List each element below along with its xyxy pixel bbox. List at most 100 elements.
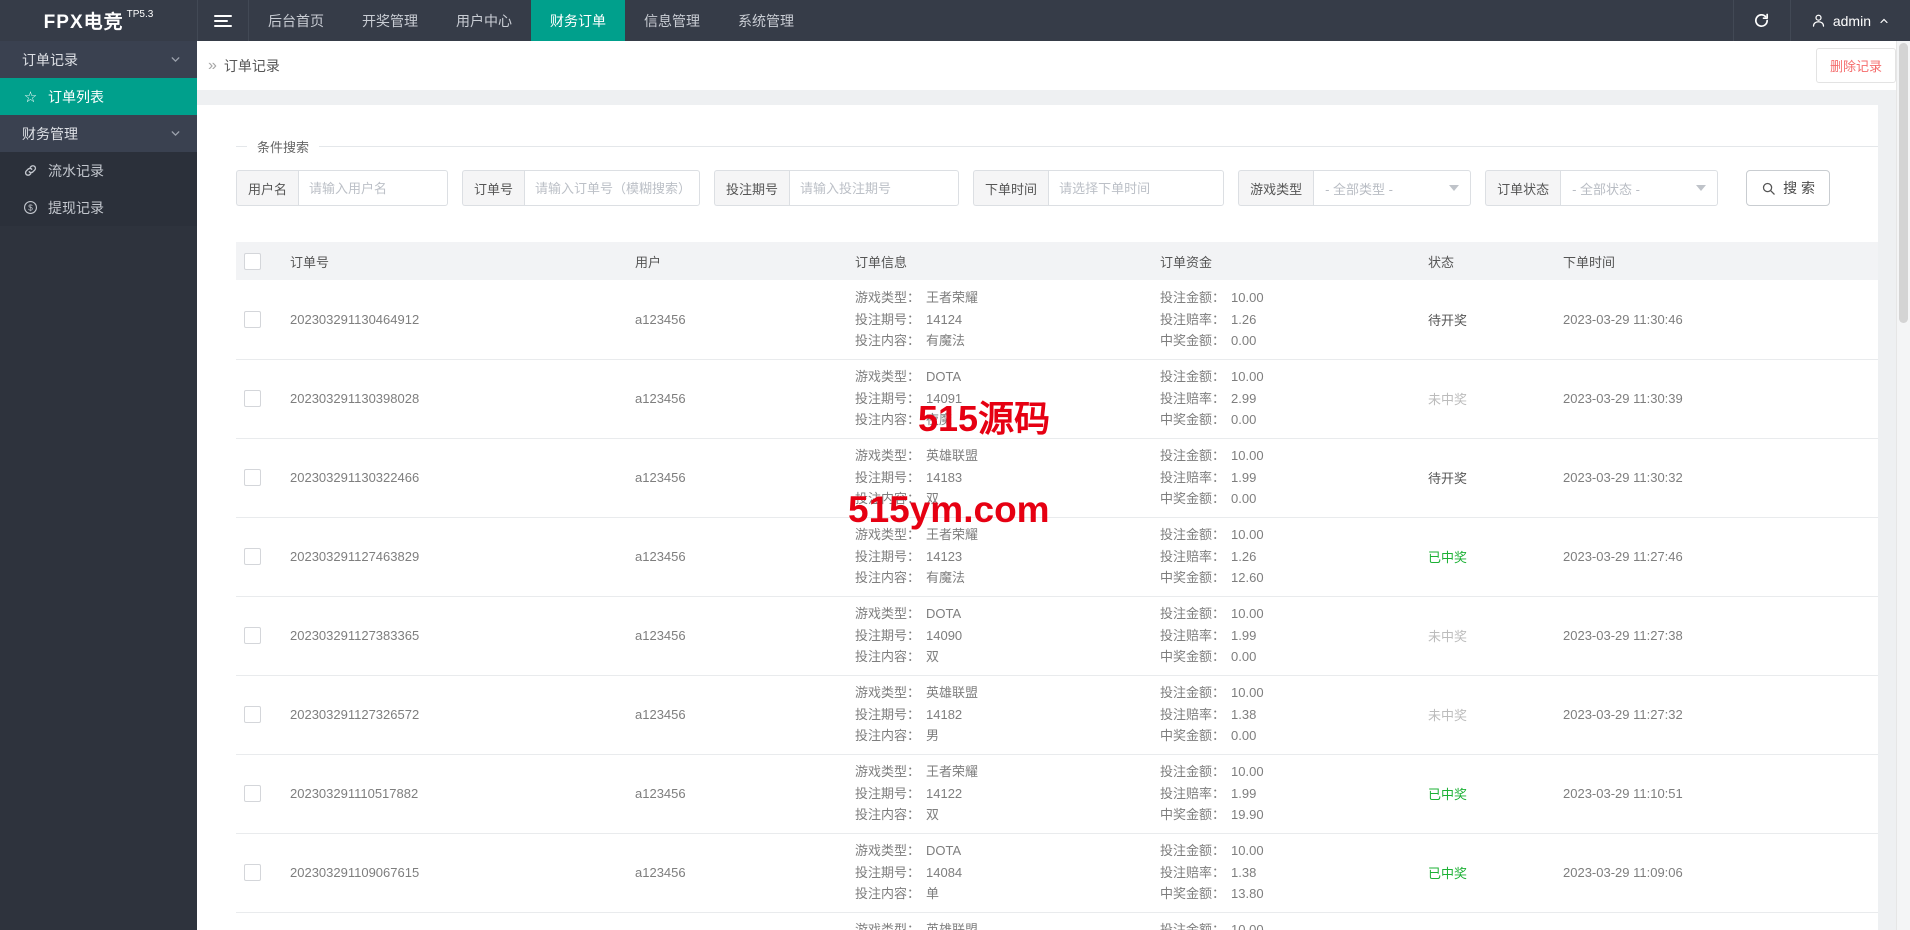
order-no: 202303291127326572: [286, 675, 631, 754]
search-button[interactable]: 搜 索: [1746, 170, 1830, 206]
nav-item-info[interactable]: 信息管理: [625, 0, 719, 41]
order-info-cell: 游戏类型：英雄联盟 投注期号：14183 投注内容：双: [851, 438, 1156, 517]
username-input[interactable]: [298, 170, 448, 206]
order-status-select[interactable]: - 全部状态 -: [1560, 170, 1718, 206]
sidebar-item-order-list[interactable]: ☆ 订单列表: [0, 78, 197, 115]
order-no-input[interactable]: [524, 170, 700, 206]
search-legend: 条件搜索: [247, 137, 319, 156]
game-type-select[interactable]: - 全部类型 -: [1313, 170, 1471, 206]
select-all-checkbox[interactable]: [244, 253, 261, 270]
row-checkbox[interactable]: [244, 469, 261, 486]
row-checkbox[interactable]: [244, 390, 261, 407]
nav-item-system[interactable]: 系统管理: [719, 0, 813, 41]
order-no: 202303291130322466: [286, 438, 631, 517]
order-no: 202303291109067615: [286, 833, 631, 912]
user: a123456: [631, 833, 851, 912]
order-time: 2023-03-29 11:09:06: [1559, 833, 1878, 912]
search-field-ordertime: 下单时间: [973, 170, 1224, 206]
user-menu[interactable]: admin: [1791, 0, 1910, 41]
dollar-icon: $: [22, 200, 39, 215]
search-field-username: 用户名: [236, 170, 448, 206]
main-nav: 后台首页 开奖管理 用户中心 财务订单 信息管理 系统管理: [249, 0, 813, 41]
order-time: 2023-03-29 11:30:46: [1559, 280, 1878, 359]
order-fund-cell: 投注金额：10.00 投注赔率：1.26 中奖金额：12.60: [1156, 517, 1424, 596]
chevron-down-icon: [1696, 185, 1706, 191]
sidebar-group-finance[interactable]: 财务管理: [0, 115, 197, 152]
svg-text:$: $: [28, 203, 33, 212]
menu-toggle-button[interactable]: [198, 0, 248, 41]
status-badge: 已中奖: [1428, 866, 1467, 881]
nav-item-finance-orders[interactable]: 财务订单: [531, 0, 625, 41]
row-checkbox[interactable]: [244, 706, 261, 723]
breadcrumb-arrow-icon: »: [208, 57, 217, 75]
nav-item-dashboard[interactable]: 后台首页: [249, 0, 343, 41]
order-no: 202303291110517882: [286, 754, 631, 833]
refresh-button[interactable]: [1734, 0, 1790, 41]
table-row: 202303291130322466 a123456 游戏类型：英雄联盟 投注期…: [236, 438, 1878, 517]
user-icon: [1811, 13, 1826, 28]
field-label: 订单号: [462, 170, 524, 206]
sidebar-group-label: 订单记录: [22, 50, 169, 70]
select-value: - 全部类型 -: [1325, 179, 1393, 198]
sidebar-item-flow-records[interactable]: 流水记录: [0, 152, 197, 189]
order-no: [286, 912, 631, 930]
order-time-input[interactable]: [1048, 170, 1224, 206]
search-button-label: 搜 索: [1783, 178, 1815, 198]
order-info-cell: 游戏类型：王者荣耀 投注期号：14122 投注内容：双: [851, 754, 1156, 833]
search-row: 用户名 订单号 投注期号 下单时间 游戏类型: [236, 170, 1878, 206]
hamburger-icon: [214, 14, 232, 28]
order-fund-cell: 投注金额：10.00 投注赔率：1.99 中奖金额：0.00: [1156, 438, 1424, 517]
sidebar-item-withdraw-records[interactable]: $ 提现记录: [0, 189, 197, 226]
nav-item-users[interactable]: 用户中心: [437, 0, 531, 41]
row-checkbox[interactable]: [244, 548, 261, 565]
table-row: 202303291127326572 a123456 游戏类型：英雄联盟 投注期…: [236, 675, 1878, 754]
order-info-cell: 游戏类型：英雄联盟 投注期号： 投注内容：: [851, 912, 1156, 930]
sidebar-item-label: 提现记录: [48, 198, 104, 218]
scrollbar-thumb[interactable]: [1899, 43, 1908, 323]
col-header-time: 下单时间: [1559, 242, 1878, 280]
field-label: 投注期号: [714, 170, 789, 206]
order-time: 2023-03-29 11:27:32: [1559, 675, 1878, 754]
table-row: 202303291130398028 a123456 游戏类型：DOTA 投注期…: [236, 359, 1878, 438]
col-header-user: 用户: [631, 242, 851, 280]
order-info-cell: 游戏类型：英雄联盟 投注期号：14182 投注内容：男: [851, 675, 1156, 754]
status-badge: 未中奖: [1428, 708, 1467, 723]
order-fund-cell: 投注金额：10.00 投注赔率：1.26 中奖金额：0.00: [1156, 280, 1424, 359]
table-header-row: 订单号 用户 订单信息 订单资金 状态 下单时间: [236, 242, 1878, 280]
table-row: 202303291109067615 a123456 游戏类型：DOTA 投注期…: [236, 833, 1878, 912]
user: a123456: [631, 438, 851, 517]
row-checkbox[interactable]: [244, 627, 261, 644]
search-field-gametype: 游戏类型 - 全部类型 -: [1238, 170, 1471, 206]
row-checkbox[interactable]: [244, 785, 261, 802]
sidebar: 订单记录 ☆ 订单列表 财务管理 流水记录 $ 提现记录: [0, 41, 197, 930]
top-navbar: FPX电竞TP5.3 后台首页 开奖管理 用户中心 财务订单 信息管理 系统管理…: [0, 0, 1910, 41]
order-time: [1559, 912, 1878, 930]
col-header-orderno: 订单号: [286, 242, 631, 280]
table-row: 202303291127463829 a123456 游戏类型：王者荣耀 投注期…: [236, 517, 1878, 596]
scrollbar[interactable]: [1896, 41, 1910, 930]
main-content: » 订单记录 删除记录 条件搜索 用户名 订单号 投注期号: [197, 41, 1910, 930]
field-label: 下单时间: [973, 170, 1048, 206]
search-field-orderno: 订单号: [462, 170, 700, 206]
breadcrumb-bar: » 订单记录 删除记录: [197, 41, 1910, 90]
chevron-down-icon: [169, 127, 182, 140]
status-badge: 已中奖: [1428, 787, 1467, 802]
link-icon: [22, 163, 39, 178]
delete-records-button[interactable]: 删除记录: [1816, 48, 1896, 83]
nav-item-lottery[interactable]: 开奖管理: [343, 0, 437, 41]
star-icon: ☆: [22, 88, 39, 106]
refresh-icon: [1753, 12, 1770, 29]
user: a123456: [631, 754, 851, 833]
bet-issue-input[interactable]: [789, 170, 959, 206]
order-fund-cell: 投注金额：10.00 投注赔率：1.38 中奖金额：0.00: [1156, 675, 1424, 754]
order-no: 202303291127463829: [286, 517, 631, 596]
user: a123456: [631, 675, 851, 754]
sidebar-group-order-records[interactable]: 订单记录: [0, 41, 197, 78]
field-label: 用户名: [236, 170, 298, 206]
row-checkbox[interactable]: [244, 864, 261, 881]
order-info-cell: 游戏类型：DOTA 投注期号：14090 投注内容：双: [851, 596, 1156, 675]
order-info-cell: 游戏类型：DOTA 投注期号：14091 投注内容：夜魔: [851, 359, 1156, 438]
field-label: 订单状态: [1485, 170, 1560, 206]
chevron-down-icon: [169, 53, 182, 66]
row-checkbox[interactable]: [244, 311, 261, 328]
